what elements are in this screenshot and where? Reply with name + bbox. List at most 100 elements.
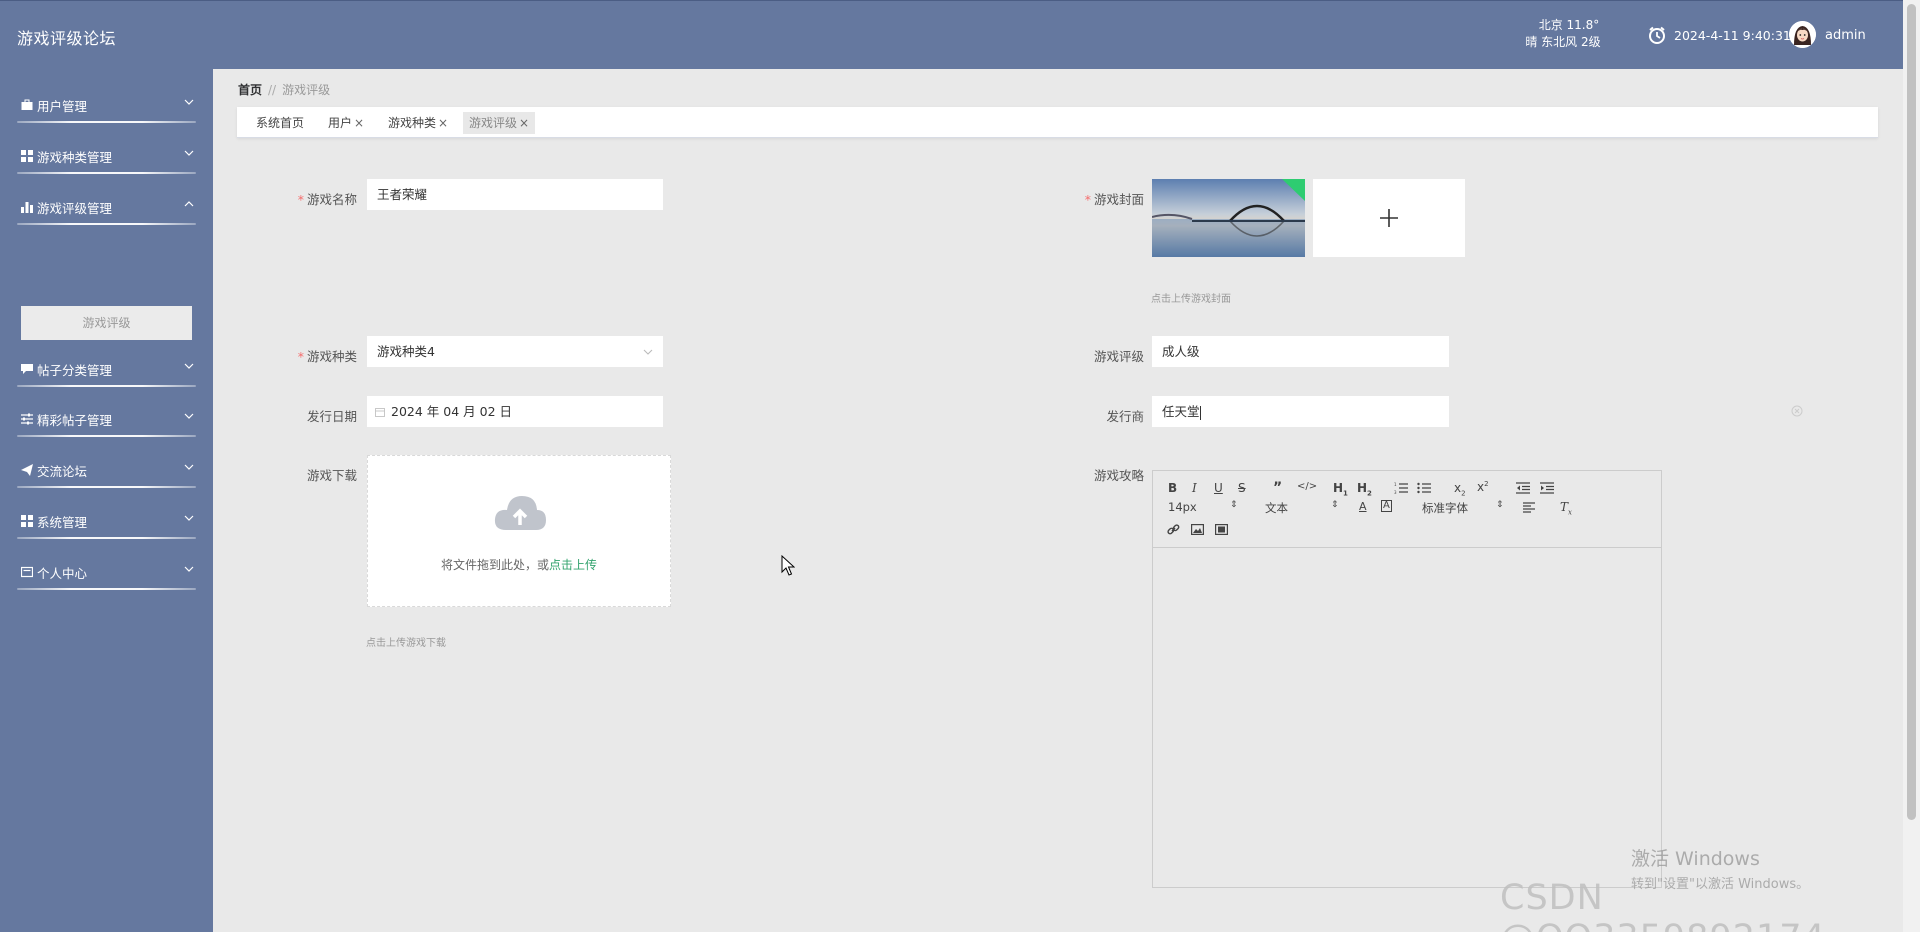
superscript-button[interactable]: x2 <box>1477 480 1489 494</box>
tab-user[interactable]: 用户 × <box>322 112 370 134</box>
block-type-picker[interactable]: 文本 ⇕ <box>1265 500 1341 516</box>
add-cover-button[interactable] <box>1313 179 1465 257</box>
close-icon[interactable]: × <box>354 116 364 130</box>
release-date-picker[interactable]: 2024 年 04 月 02 日 <box>367 396 663 427</box>
game-category-label: * 游戏种类 <box>297 349 357 364</box>
sidebar-item-featured-posts[interactable]: 精彩帖子管理 <box>0 394 213 444</box>
game-category-select[interactable]: 游戏种类4 <box>367 336 663 367</box>
game-name-input[interactable]: 王者荣耀 <box>367 179 663 210</box>
ordered-list-icon[interactable]: 13 <box>1394 482 1408 494</box>
h2-button[interactable]: H2 <box>1357 481 1372 497</box>
release-date-label: 发行日期 <box>306 409 357 424</box>
chevron-up-icon <box>184 201 194 207</box>
publisher-label: 发行商 <box>1106 409 1144 424</box>
quote-button[interactable]: ” <box>1273 480 1282 496</box>
menu-divider <box>17 486 196 488</box>
indent-icon[interactable] <box>1540 482 1554 494</box>
strike-button[interactable]: S <box>1238 481 1246 495</box>
block-type-value: 文本 <box>1265 501 1288 515</box>
italic-button[interactable]: I <box>1192 481 1197 495</box>
menu-divider <box>17 223 196 225</box>
background-color-button[interactable]: A <box>1381 500 1392 512</box>
h1-button[interactable]: H1 <box>1333 481 1348 497</box>
calendar-icon <box>375 408 385 417</box>
tab-label: 系统首页 <box>256 116 305 130</box>
svg-text:3: 3 <box>1394 490 1397 494</box>
grid-icon <box>21 515 33 527</box>
game-category-value: 游戏种类4 <box>377 344 435 359</box>
download-hint: 点击上传游戏下载 <box>366 638 446 649</box>
briefcase-icon <box>21 99 33 110</box>
sidebar: 用户管理 游戏种类管理 游戏评级管理 游戏评级 帖子分类管理 精彩帖子管理 交流… <box>0 69 213 932</box>
tab-game-category[interactable]: 游戏种类 × <box>382 112 454 134</box>
weather-desc: 晴 东北风 2级 <box>1525 35 1601 49</box>
sidebar-item-system-management[interactable]: 系统管理 <box>0 496 213 546</box>
breadcrumb-separator: // <box>268 83 277 97</box>
underline-button[interactable]: U <box>1214 481 1223 495</box>
bullet-list-icon[interactable] <box>1417 482 1431 494</box>
user-avatar[interactable] <box>1789 21 1816 48</box>
rich-text-editor: B I U S ” </> H1 H2 13 x2 x2 14px ⇕ 文本 ⇕… <box>1152 470 1662 888</box>
menu-divider <box>17 172 196 174</box>
csdn-watermark: CSDN @QQ3359892174 <box>1500 878 1825 932</box>
editor-toolbar: B I U S ” </> H1 H2 13 x2 x2 14px ⇕ 文本 ⇕… <box>1153 471 1661 548</box>
link-icon[interactable] <box>1167 523 1180 536</box>
username[interactable]: admin <box>1825 28 1866 43</box>
publisher-input[interactable]: 任天堂 <box>1152 396 1449 427</box>
font-color-button[interactable]: A <box>1359 500 1367 513</box>
game-guide-label: 游戏攻略 <box>1093 468 1144 483</box>
video-icon[interactable] <box>1215 524 1228 535</box>
current-datetime: 2024-4-11 9:40:31 <box>1674 28 1791 43</box>
page-scrollbar[interactable] <box>1903 0 1920 932</box>
game-name-label: * 游戏名称 <box>297 192 357 207</box>
cloud-upload-icon <box>494 496 546 530</box>
sidebar-item-label: 帖子分类管理 <box>37 363 113 378</box>
upload-instructions: 将文件拖到此处，或点击上传 <box>440 558 598 572</box>
download-upload-dropzone[interactable]: 将文件拖到此处，或点击上传 <box>367 455 671 607</box>
sidebar-item-game-rating[interactable]: 游戏评级管理 <box>0 182 213 232</box>
scrollbar-thumb[interactable] <box>1907 4 1916 820</box>
tab-label: 游戏评级 <box>469 116 518 130</box>
sidebar-item-game-category[interactable]: 游戏种类管理 <box>0 131 213 181</box>
clear-format-button[interactable]: Tx <box>1560 500 1572 516</box>
publisher-value: 任天堂 <box>1162 404 1200 419</box>
close-icon[interactable]: × <box>519 116 529 130</box>
chevron-down-icon <box>184 464 194 470</box>
sidebar-item-post-category[interactable]: 帖子分类管理 <box>0 344 213 394</box>
sidebar-item-forum[interactable]: 交流论坛 <box>0 445 213 495</box>
tab-system-home[interactable]: 系统首页 <box>250 112 310 134</box>
font-size-picker[interactable]: 14px ⇕ <box>1168 500 1238 514</box>
cover-thumbnail <box>1152 179 1305 257</box>
code-button[interactable]: </> <box>1297 481 1317 492</box>
sidebar-item-label: 精彩帖子管理 <box>37 413 113 428</box>
subscript-button[interactable]: x2 <box>1454 481 1466 497</box>
sidebar-item-label: 交流论坛 <box>37 464 88 479</box>
top-header: 游戏评级论坛 北京 11.8° 晴 东北风 2级 2024-4-11 9:40:… <box>0 0 1903 69</box>
svg-text:1: 1 <box>1394 482 1397 487</box>
font-family-picker[interactable]: 标准字体 ⇕ <box>1422 500 1504 516</box>
outdent-icon[interactable] <box>1516 482 1530 494</box>
image-icon[interactable] <box>1191 524 1204 535</box>
sidebar-item-personal-center[interactable]: 个人中心 <box>0 547 213 597</box>
chevron-down-icon <box>184 515 194 521</box>
breadcrumb-current: 游戏评级 <box>282 83 331 97</box>
sidebar-item-label: 游戏评级管理 <box>37 201 113 216</box>
weather-city-temp: 北京 11.8° <box>1538 18 1600 32</box>
comment-icon <box>21 364 33 374</box>
breadcrumb-home[interactable]: 首页 <box>238 83 262 97</box>
paper-plane-icon <box>21 464 33 476</box>
activation-title: 激活 Windows <box>1631 848 1760 870</box>
clock-icon <box>1649 26 1665 44</box>
close-icon[interactable]: × <box>438 116 448 130</box>
release-date-value: 2024 年 04 月 02 日 <box>391 404 512 419</box>
game-rating-input[interactable]: 成人级 <box>1152 336 1449 367</box>
bold-button[interactable]: B <box>1168 481 1177 495</box>
sidebar-item-user-management[interactable]: 用户管理 <box>0 80 213 130</box>
tab-game-rating[interactable]: 游戏评级 × <box>463 112 536 134</box>
sidebar-subitem-game-rating[interactable]: 游戏评级 <box>21 306 192 340</box>
game-cover-image[interactable] <box>1152 179 1305 257</box>
app-title: 游戏评级论坛 <box>17 29 117 48</box>
upload-link[interactable]: 点击上传 <box>549 558 597 572</box>
align-icon[interactable] <box>1523 502 1535 513</box>
clear-circle-icon[interactable] <box>1791 405 1803 417</box>
